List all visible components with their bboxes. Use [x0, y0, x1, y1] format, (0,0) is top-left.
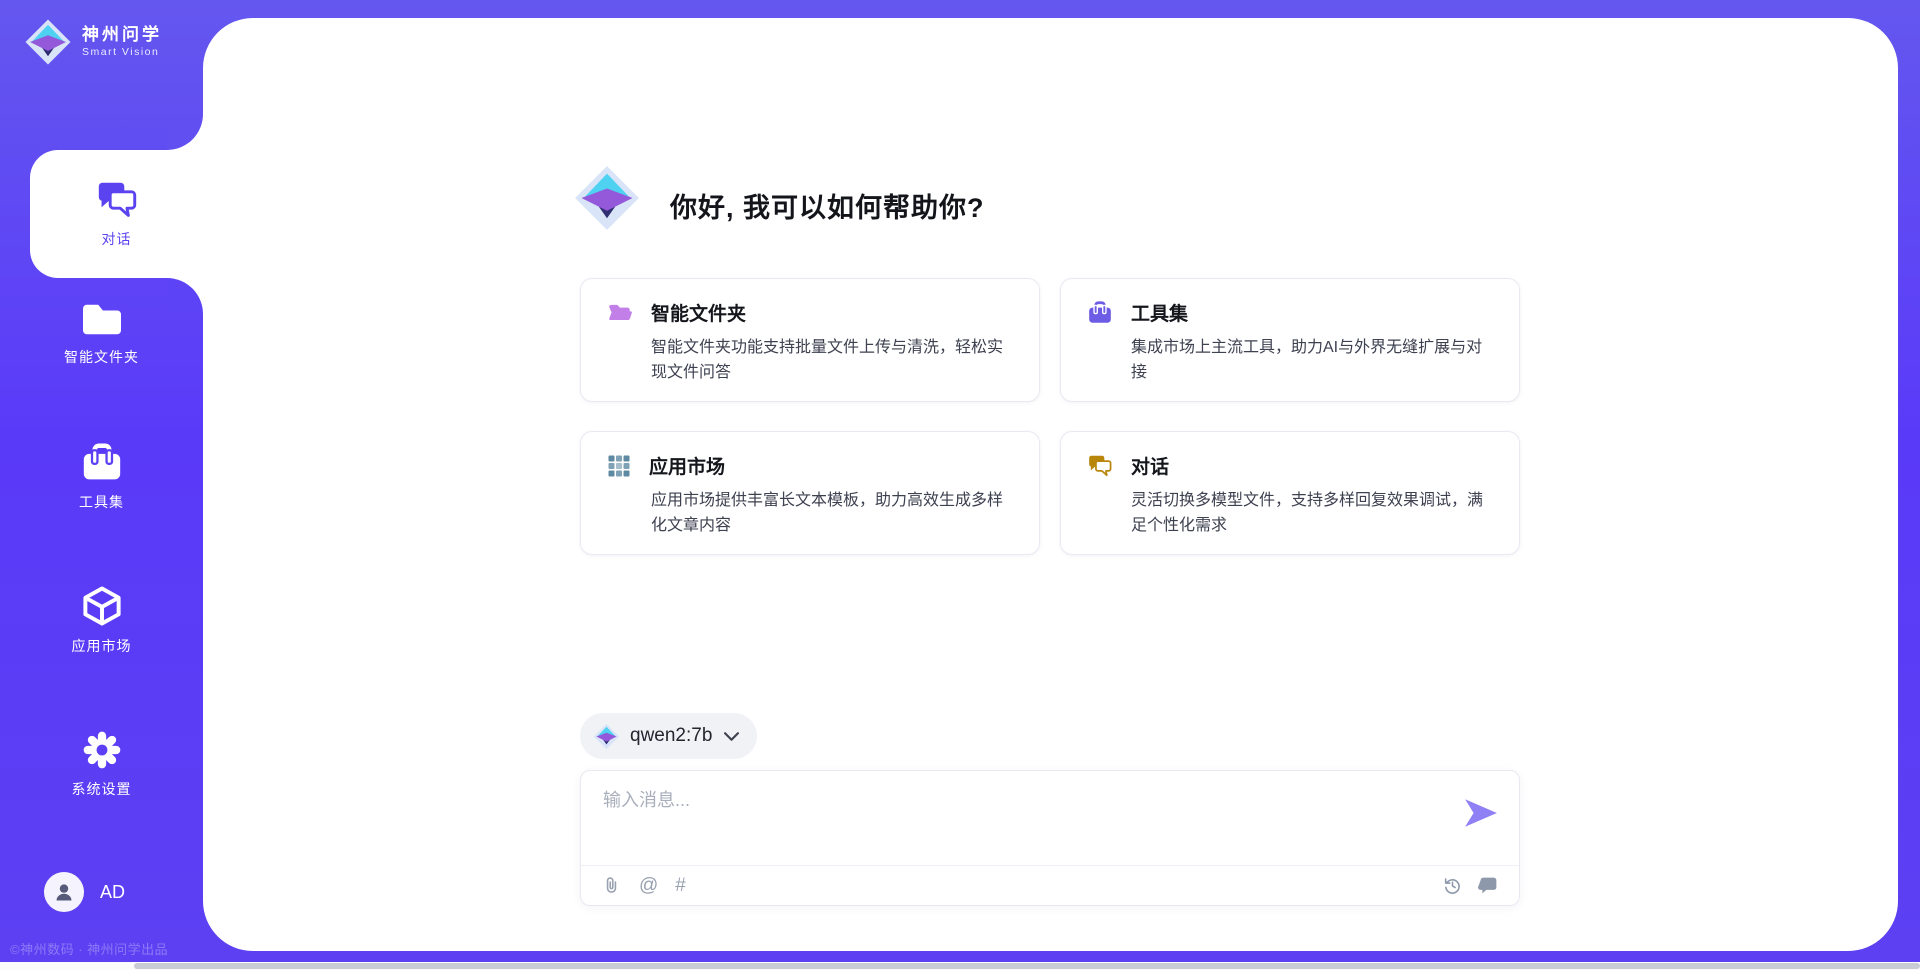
grid-icon — [607, 454, 631, 478]
model-name: qwen2:7b — [630, 725, 712, 747]
sidebar-item-chat[interactable]: 对话 — [30, 150, 203, 278]
folder-icon — [79, 300, 125, 338]
greeting-diamond-icon — [573, 164, 641, 232]
comment-icon[interactable] — [1478, 875, 1499, 896]
briefcase-icon — [80, 443, 124, 483]
card-description: 应用市场提供丰富长文本模板，助力高效生成多样化文章内容 — [651, 488, 1013, 538]
sidebar-item-settings[interactable]: 系统设置 — [0, 730, 203, 799]
card-header: 应用市场 — [607, 452, 1013, 479]
sidebar-item-label: 工具集 — [79, 492, 124, 512]
card-title: 工具集 — [1131, 299, 1188, 326]
card-header: 工具集 — [1087, 299, 1493, 326]
model-logo-diamond-icon — [593, 723, 620, 750]
feature-cards: 智能文件夹 智能文件夹功能支持批量文件上传与清洗，轻松实现文件问答 工具集 集成… — [580, 278, 1520, 555]
briefcase-icon — [1087, 301, 1113, 325]
card-description: 智能文件夹功能支持批量文件上传与清洗，轻松实现文件问答 — [651, 335, 1013, 385]
composer-input-row — [581, 771, 1519, 865]
toolbar-left: @ # — [601, 875, 686, 896]
main-panel: 你好, 我可以如何帮助你? 智能文件夹 智能文件夹功能支持批量文件上传与清洗，轻… — [203, 18, 1898, 951]
copyright-footer: ©神州数码 · 神州问学出品 — [10, 939, 168, 958]
sidebar: 神州问学 Smart Vision 对话 智能文件夹 工具集 应用市场 系统设置… — [0, 0, 203, 970]
chat-icon — [95, 180, 139, 220]
sidebar-item-label: 系统设置 — [72, 779, 132, 799]
sidebar-item-smart-folder[interactable]: 智能文件夹 — [0, 300, 203, 367]
brand: 神州问学 Smart Vision — [24, 18, 162, 66]
sidebar-item-app-market[interactable]: 应用市场 — [0, 585, 203, 656]
scrollbar-thumb[interactable] — [134, 963, 1920, 969]
toolbar-right — [1442, 875, 1499, 896]
card-header: 智能文件夹 — [607, 299, 1013, 326]
sidebar-item-label: 应用市场 — [72, 636, 132, 656]
send-button[interactable] — [1463, 797, 1499, 829]
brand-logo-diamond-icon — [24, 18, 72, 66]
card-chat[interactable]: 对话 灵活切换多模型文件，支持多样回复效果调试，满足个性化需求 — [1060, 431, 1520, 555]
card-description: 灵活切换多模型文件，支持多样回复效果调试，满足个性化需求 — [1131, 488, 1493, 538]
message-composer: @ # — [580, 770, 1520, 906]
chat-bubbles-icon — [1087, 454, 1113, 478]
card-title: 应用市场 — [649, 452, 725, 479]
person-icon — [52, 880, 76, 904]
user-profile[interactable]: AD — [44, 872, 125, 912]
card-toolset[interactable]: 工具集 集成市场上主流工具，助力AI与外界无缝扩展与对接 — [1060, 278, 1520, 402]
send-icon — [1463, 797, 1499, 829]
message-input[interactable] — [581, 771, 1519, 865]
folder-open-icon — [607, 301, 633, 325]
model-selector[interactable]: qwen2:7b — [580, 713, 757, 759]
card-title: 智能文件夹 — [651, 299, 746, 326]
sidebar-item-toolset[interactable]: 工具集 — [0, 443, 203, 512]
card-title: 对话 — [1131, 452, 1169, 479]
brand-subtitle: Smart Vision — [82, 45, 162, 59]
history-icon[interactable] — [1442, 875, 1463, 896]
chevron-down-icon — [724, 732, 739, 741]
avatar — [44, 872, 84, 912]
hash-tag-icon[interactable]: # — [675, 875, 686, 896]
card-description: 集成市场上主流工具，助力AI与外界无缝扩展与对接 — [1131, 335, 1493, 385]
brand-name: 神州问学 — [82, 25, 162, 45]
card-header: 对话 — [1087, 452, 1493, 479]
gear-icon — [82, 730, 122, 770]
tab-fillet-top — [167, 114, 203, 150]
paperclip-icon[interactable] — [601, 875, 622, 896]
horizontal-scrollbar — [0, 962, 1920, 970]
sidebar-item-label: 对话 — [102, 229, 132, 249]
sidebar-item-label: 智能文件夹 — [64, 347, 139, 367]
card-app-market[interactable]: 应用市场 应用市场提供丰富长文本模板，助力高效生成多样化文章内容 — [580, 431, 1040, 555]
brand-text: 神州问学 Smart Vision — [82, 25, 162, 59]
cube-icon — [81, 585, 123, 627]
at-mention-icon[interactable]: @ — [639, 875, 658, 896]
greeting-title: 你好, 我可以如何帮助你? — [670, 186, 985, 225]
user-name: AD — [100, 882, 125, 903]
card-smart-folder[interactable]: 智能文件夹 智能文件夹功能支持批量文件上传与清洗，轻松实现文件问答 — [580, 278, 1040, 402]
composer-toolbar: @ # — [581, 865, 1519, 905]
